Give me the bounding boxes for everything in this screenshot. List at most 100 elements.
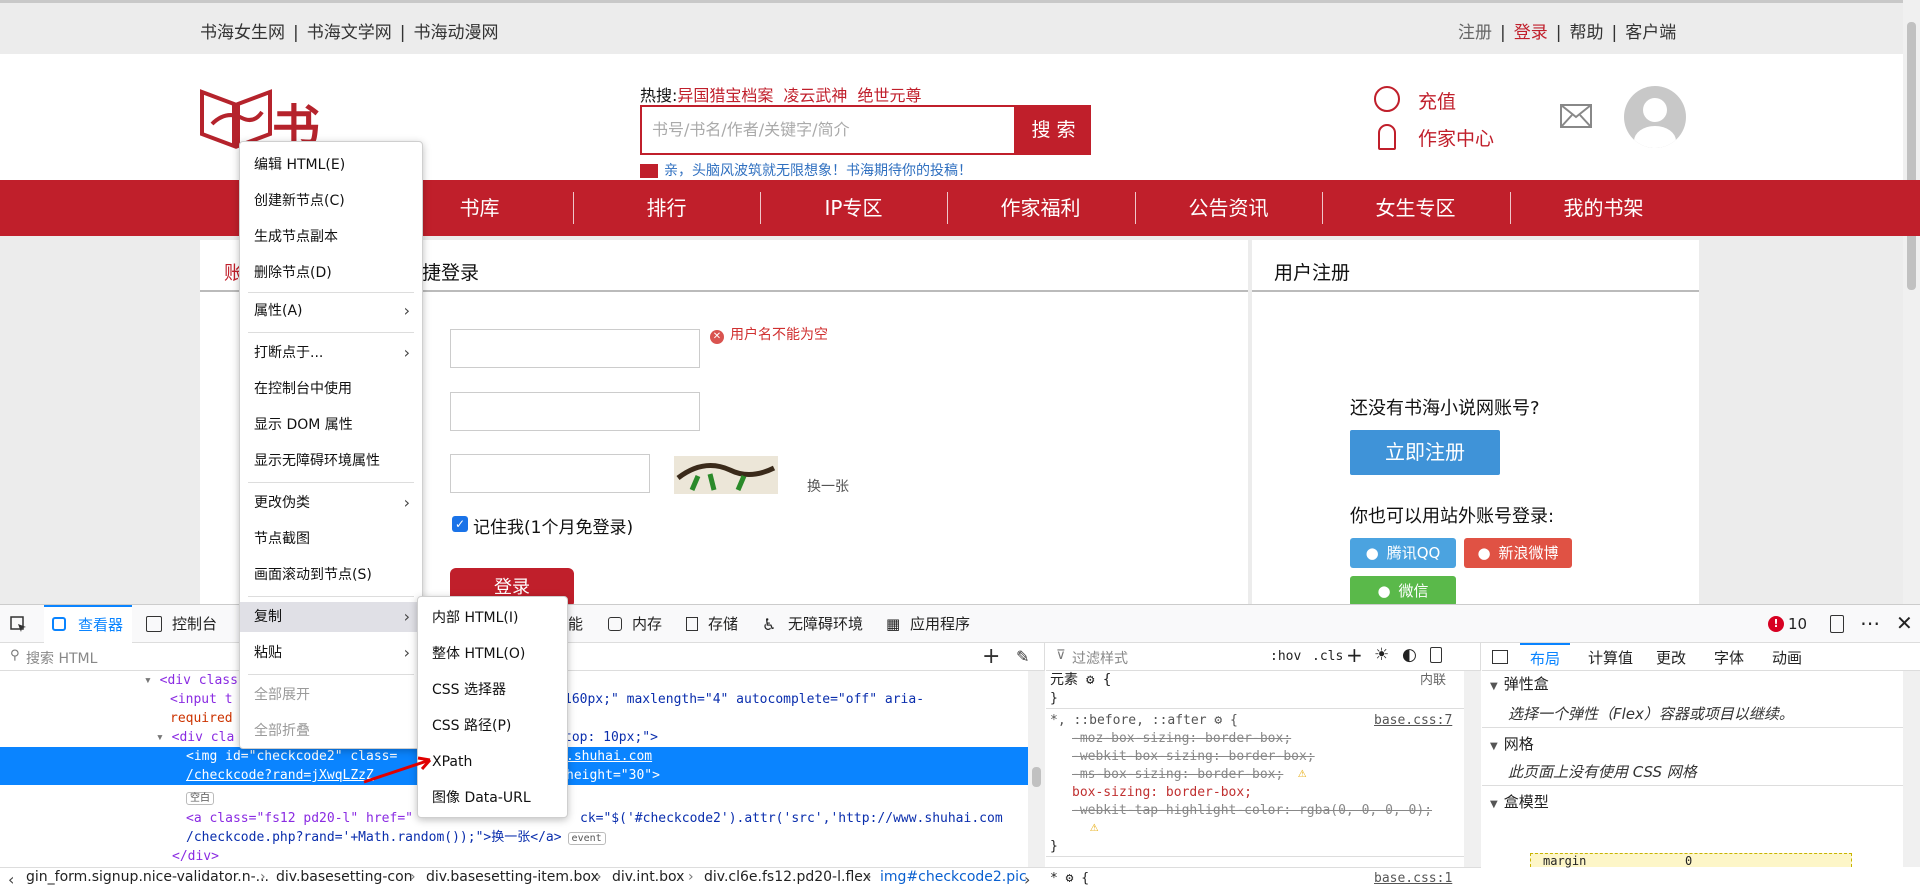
username-input[interactable] <box>450 329 700 368</box>
hot-term-2[interactable]: 凌云武神 <box>783 86 847 105</box>
layout-scrollbar[interactable] <box>1903 671 1920 867</box>
print-icon[interactable] <box>1430 647 1442 663</box>
recharge-link[interactable]: 充值 <box>1418 87 1456 114</box>
link-nvsheng[interactable]: 书海女生网 <box>200 23 285 43</box>
grid-section-header[interactable]: ▼ 网格 <box>1490 733 1534 754</box>
tab-memory[interactable]: 内存 <box>632 605 662 643</box>
qq-login-button[interactable]: ● 腾讯QQ <box>1350 538 1456 568</box>
html-line[interactable]: ▾ <div cla top: 10px;"> <box>156 728 658 747</box>
password-input[interactable] <box>450 392 700 431</box>
rule-source[interactable]: base.css:7 <box>1374 711 1452 730</box>
more-options-icon[interactable]: ⋯ <box>1860 611 1880 635</box>
html-line[interactable]: <a class="fs12 pd20-l" href=" ck="$('#che… <box>186 809 1003 828</box>
flexbox-section-header[interactable]: ▼ 弹性盒 <box>1490 673 1549 694</box>
menu-item-expand-all[interactable]: 全部展开 <box>240 680 422 710</box>
menu-item-node-screenshot[interactable]: 节点截图 <box>240 524 422 554</box>
page-scrollbar-thumb[interactable] <box>1907 22 1916 290</box>
html-scrollbar[interactable] <box>1028 671 1045 867</box>
sidebar-toggle-icon[interactable] <box>1492 650 1508 664</box>
margin-top-value[interactable]: 0 <box>1685 854 1692 868</box>
next-rule-source[interactable]: base.css:1 <box>1374 871 1452 886</box>
submenu-item-inner-html[interactable]: 内部 HTML(I) <box>418 603 567 633</box>
tab-console[interactable]: 控制台 <box>172 605 217 643</box>
tab-animations[interactable]: 动画 <box>1772 647 1802 668</box>
menu-item-create-node[interactable]: 创建新节点(C) <box>240 186 422 216</box>
light-mode-icon[interactable]: ☀ <box>1374 645 1389 665</box>
menu-item-show-dom-properties[interactable]: 显示 DOM 属性 <box>240 410 422 440</box>
menu-item-break-on[interactable]: 打断点于... › <box>240 338 422 368</box>
nav-ip[interactable]: IP专区 <box>760 180 947 236</box>
rules-scrollbar[interactable] <box>1464 671 1481 867</box>
error-count[interactable]: 10 <box>1788 615 1807 633</box>
event-badge[interactable]: event <box>567 832 606 845</box>
tab-fonts[interactable]: 字体 <box>1714 647 1744 668</box>
add-rule-icon[interactable]: + <box>1346 643 1363 667</box>
css-declaration[interactable]: -moz-box-sizing: border-box; <box>1072 729 1291 748</box>
search-button[interactable]: 搜 索 <box>1016 105 1091 155</box>
html-line[interactable]: /checkcode.php?rand='+Math.random());">换… <box>186 828 606 847</box>
avatar[interactable] <box>1624 86 1686 148</box>
breadcrumb-item-current[interactable]: img#checkcode2.pic <box>880 869 1027 885</box>
rule-selector[interactable]: *, ::before, ::after ⚙ { <box>1050 711 1238 730</box>
nav-gonggao[interactable]: 公告资讯 <box>1135 180 1322 236</box>
tab-application[interactable]: 应用程序 <box>910 605 970 643</box>
weibo-login-button[interactable]: ● 新浪微博 <box>1464 538 1572 568</box>
tab-inspector[interactable]: 查看器 <box>44 605 132 643</box>
submenu-item-outer-html[interactable]: 整体 HTML(O) <box>418 639 567 669</box>
html-line-selected[interactable]: /checkcode?rand=jXwqLZzZ height="30"> <box>186 766 660 785</box>
menu-item-duplicate-node[interactable]: 生成节点副本 <box>240 222 422 252</box>
author-center-link[interactable]: 作家中心 <box>1418 124 1494 151</box>
link-help[interactable]: 帮助 <box>1569 23 1603 43</box>
close-icon[interactable]: ✕ <box>1896 611 1913 635</box>
html-line[interactable]: required <box>170 709 233 728</box>
breadcrumb-item[interactable]: div.basesetting-item.box <box>426 869 599 885</box>
html-scrollbar-thumb[interactable] <box>1032 767 1041 787</box>
boxmodel-margin-box[interactable]: margin 0 <box>1530 853 1852 868</box>
css-declaration[interactable]: -webkit-tap-highlight-color: rgba(0, 0, … <box>1072 801 1432 820</box>
tab-accessibility[interactable]: 无障碍环境 <box>788 605 863 643</box>
submenu-item-image-data-url[interactable]: 图像 Data-URL <box>418 783 567 813</box>
menu-item-copy[interactable]: 复制 › <box>240 602 422 632</box>
nav-paihang[interactable]: 排行 <box>573 180 760 236</box>
dark-mode-icon[interactable]: ◐ <box>1402 645 1417 665</box>
login-title[interactable]: 捷登录 <box>422 258 479 285</box>
breadcrumb-item[interactable]: div.cl6e.fs12.pd20-l.flex <box>704 869 871 885</box>
submenu-item-css-path[interactable]: CSS 路径(P) <box>418 711 567 741</box>
tab-changes[interactable]: 更改 <box>1656 647 1686 668</box>
hov-toggle[interactable]: :hov <box>1270 649 1301 664</box>
tab-performance-partial[interactable]: 能 <box>568 605 583 643</box>
mail-icon[interactable] <box>1560 104 1592 128</box>
tab-computed[interactable]: 计算值 <box>1588 647 1633 668</box>
menu-item-collapse-all[interactable]: 全部折叠 <box>240 716 422 746</box>
page-scrollbar[interactable] <box>1903 0 1920 604</box>
css-declaration[interactable]: box-sizing: border-box; <box>1072 783 1252 802</box>
breadcrumb-item[interactable]: gin_form.signup.nice-validator.n-... <box>26 869 269 885</box>
breadcrumb-left-icon[interactable]: ‹ <box>8 870 14 889</box>
menu-item-attributes[interactable]: 属性(A) › <box>240 296 422 326</box>
css-declaration[interactable]: -webkit-box-sizing: border-box; <box>1072 747 1315 766</box>
captcha-input[interactable] <box>450 454 650 493</box>
hot-term-1[interactable]: 异国猎宝档案 <box>677 86 773 105</box>
menu-item-delete-node[interactable]: 删除节点(D) <box>240 258 422 288</box>
eyedropper-icon[interactable]: ✎ <box>1016 647 1029 666</box>
nav-fuli[interactable]: 作家福利 <box>947 180 1134 236</box>
captcha-image[interactable] <box>674 456 778 494</box>
boxmodel-section-header[interactable]: ▼ 盒模型 <box>1490 791 1549 812</box>
register-now-button[interactable]: 立即注册 <box>1350 430 1500 475</box>
change-captcha-link[interactable]: 换一张 <box>807 476 849 496</box>
cls-toggle[interactable]: .cls <box>1312 649 1343 664</box>
html-search-input[interactable]: 搜索 HTML <box>26 648 97 668</box>
tab-storage[interactable]: 存储 <box>708 605 738 643</box>
add-node-icon[interactable]: + <box>982 644 1000 669</box>
link-register[interactable]: 注册 <box>1458 23 1492 43</box>
menu-item-show-accessibility[interactable]: 显示无障碍环境属性 <box>240 446 422 476</box>
next-rule-selector[interactable]: * ⚙ { <box>1050 871 1089 886</box>
nav-nvsheng[interactable]: 女生专区 <box>1322 180 1509 236</box>
menu-item-use-in-console[interactable]: 在控制台中使用 <box>240 374 422 404</box>
pick-element-icon[interactable] <box>10 616 28 634</box>
menu-item-change-pseudo[interactable]: 更改伪类 › <box>240 488 422 518</box>
menu-item-scroll-into-view[interactable]: 画面滚动到节点(S) <box>240 560 422 590</box>
remember-label[interactable]: 记住我(1个月免登录) <box>473 513 633 538</box>
search-input[interactable]: 书号/书名/作者/关键字/简介 <box>640 105 1016 155</box>
link-client[interactable]: 客户端 <box>1625 23 1676 43</box>
